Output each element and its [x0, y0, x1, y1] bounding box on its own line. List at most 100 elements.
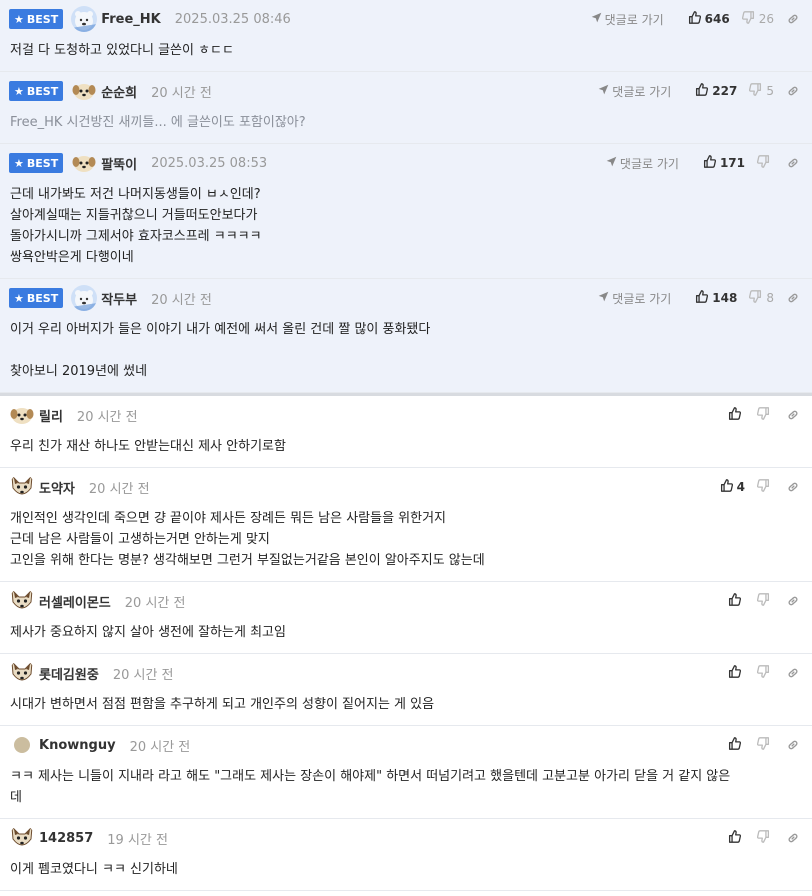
- downvote-button[interactable]: [756, 407, 774, 423]
- upvote-button[interactable]: 646: [688, 11, 730, 27]
- copy-link-icon[interactable]: [786, 408, 800, 422]
- comment-time: 20 시간 전: [124, 595, 186, 611]
- thumbs-up-icon: [695, 290, 712, 306]
- thumbs-up-icon: [695, 83, 712, 99]
- downvote-button[interactable]: 26: [741, 11, 774, 27]
- upvote-button[interactable]: 227: [695, 83, 737, 99]
- author-nickname[interactable]: 순순희: [101, 82, 137, 101]
- comment-body: 개인적인 생각인데 죽으면 걍 끝이야 제사든 장례든 뭐든 남은 사람들을 위…: [9, 506, 804, 581]
- comment-line: 근데 남은 사람들이 고생하는거면 안하는게 맞지: [10, 532, 270, 547]
- star-icon: ★: [14, 156, 24, 170]
- downvote-button[interactable]: [756, 830, 774, 846]
- author-nickname[interactable]: 도약자: [39, 478, 75, 497]
- thumbs-up-icon: [688, 11, 705, 27]
- upvote-button[interactable]: [728, 593, 745, 609]
- comment-body: 이거 우리 아버지가 들은 이야기 내가 예전에 써서 올린 건데 짤 많이 풍…: [9, 317, 804, 392]
- comment-line: 돌아가시니까 그제서야 효자코스프레 ㅋㅋㅋㅋ: [10, 229, 262, 244]
- comment: 롯데김원중 20 시간 전 시대가 변하면서 점점 편함을 추구하게 되고 개인…: [0, 654, 812, 726]
- go-to-reply-link[interactable]: 댓글로 가기: [598, 290, 671, 307]
- upvote-button[interactable]: 171: [703, 155, 745, 171]
- comment-time: 2025.03.25 08:53: [151, 155, 268, 171]
- go-to-reply-link[interactable]: 댓글로 가기: [591, 11, 664, 28]
- copy-link-icon[interactable]: [786, 594, 800, 608]
- downvote-button[interactable]: [756, 737, 774, 753]
- copy-link-icon[interactable]: [786, 156, 800, 170]
- comment-line: ㅋㅋ 제사는 니들이 지내라 라고 해도 "그래도 제사는 장손이 해야제" 하…: [10, 769, 731, 784]
- downvote-button[interactable]: 8: [749, 290, 774, 306]
- puppy-avatar[interactable]: [9, 402, 35, 428]
- comment-body: 이게 펨코였다니 ㅋㅋ 신기하네: [9, 857, 804, 890]
- author-nickname[interactable]: 팔뚝이: [101, 154, 137, 173]
- fox-avatar[interactable]: [9, 660, 35, 686]
- upvote-button[interactable]: [728, 665, 745, 681]
- thumbs-up-icon: [728, 665, 745, 681]
- comment-line: 저걸 다 도청하고 있었다니 글쓴이 ㅎㄷㄷ: [10, 43, 234, 58]
- author-nickname[interactable]: 롯데김원중: [39, 664, 99, 683]
- upvote-button[interactable]: [728, 737, 745, 753]
- default-avatar[interactable]: [9, 732, 35, 758]
- fox-avatar[interactable]: [9, 588, 35, 614]
- downvote-button[interactable]: [756, 593, 774, 609]
- upvote-button[interactable]: 4: [720, 479, 745, 495]
- author-nickname[interactable]: 릴리: [39, 406, 63, 425]
- comment-actions: 댓글로 가기 227 5: [598, 72, 800, 110]
- comment-line: 고인을 위해 한다는 명분? 생각해보면 그런거 부질없는거같음 본인이 알아주…: [10, 553, 485, 568]
- polar-bear-avatar[interactable]: [71, 6, 98, 32]
- comment-line: 이거 우리 아버지가 들은 이야기 내가 예전에 써서 올린 건데 짤 많이 풍…: [10, 322, 431, 337]
- copy-link-icon[interactable]: [786, 84, 800, 98]
- thumbs-up-icon: [728, 407, 745, 423]
- puppy-avatar[interactable]: [71, 150, 97, 176]
- go-to-reply-link[interactable]: 댓글로 가기: [598, 83, 671, 100]
- polar-bear-avatar[interactable]: [71, 285, 98, 311]
- comment-line: 데: [10, 790, 22, 805]
- thumbs-down-icon: [749, 290, 766, 306]
- comment-line: 쌍욕안박은게 다행이네: [10, 250, 134, 265]
- downvote-button[interactable]: [756, 665, 774, 681]
- thumbs-down-icon: [756, 407, 774, 423]
- upvote-button[interactable]: 148: [695, 290, 737, 306]
- copy-link-icon[interactable]: [786, 738, 800, 752]
- star-icon: ★: [14, 84, 24, 98]
- comment-body: Free_HK 시건방진 새끼들... 에 글쓴이도 포함이잖아?: [9, 110, 804, 143]
- comment-line: 시대가 변하면서 점점 편함을 추구하게 되고 개인주의 성향이 짙어지는 게 …: [10, 697, 435, 712]
- downvote-button[interactable]: 5: [749, 83, 774, 99]
- author-nickname[interactable]: 142857: [39, 831, 93, 846]
- copy-link-icon[interactable]: [786, 291, 800, 305]
- comment-body: 저걸 다 도청하고 있었다니 글쓴이 ㅎㄷㄷ: [9, 38, 804, 71]
- copy-link-icon[interactable]: [786, 12, 800, 26]
- fox-avatar[interactable]: [9, 825, 35, 851]
- comment-time: 20 시간 전: [129, 739, 191, 755]
- comment-actions: 댓글로 가기 148 8: [598, 279, 800, 317]
- author-nickname[interactable]: Knownguy: [39, 738, 116, 753]
- comment-body: 근데 내가봐도 저건 나머지동생들이 ㅂㅅ인데? 살아계실때는 지들귀찮으니 거들…: [9, 182, 804, 278]
- comment-actions: 댓글로 가기 171: [606, 144, 800, 182]
- send-icon: [606, 156, 620, 170]
- author-nickname[interactable]: 작두부: [101, 289, 137, 308]
- star-icon: ★: [14, 12, 24, 26]
- go-to-reply-link[interactable]: 댓글로 가기: [606, 155, 679, 172]
- upvote-button[interactable]: [728, 830, 745, 846]
- thumbs-up-icon: [728, 737, 745, 753]
- downvote-button[interactable]: [756, 479, 774, 495]
- send-icon: [598, 291, 612, 305]
- comment-line: 우리 친가 재산 하나도 안받는대신 제사 안하기로함: [10, 439, 286, 454]
- copy-link-icon[interactable]: [786, 666, 800, 680]
- thumbs-down-icon: [756, 665, 774, 681]
- best-badge: ★ BEST: [9, 288, 64, 308]
- puppy-avatar[interactable]: [71, 78, 97, 104]
- comment-body: ㅋㅋ 제사는 니들이 지내라 라고 해도 "그래도 제사는 장손이 해야제" 하…: [9, 764, 804, 818]
- copy-link-icon[interactable]: [786, 831, 800, 845]
- best-comment: ★ BEST 팔뚝이 2025.03.25 08:53 댓글로 가기 171 근데…: [0, 144, 812, 279]
- quoted-reply: Free_HK 시건방진 새끼들... 에 글쓴이도 포함이잖아?: [10, 115, 306, 130]
- author-nickname[interactable]: 러셀레이몬드: [39, 592, 111, 611]
- fox-avatar[interactable]: [9, 474, 35, 500]
- downvote-button[interactable]: [756, 155, 774, 171]
- copy-link-icon[interactable]: [786, 480, 800, 494]
- author-nickname[interactable]: Free_HK: [101, 12, 161, 27]
- upvote-button[interactable]: [728, 407, 745, 423]
- comment-actions: [716, 396, 800, 434]
- comment: Knownguy 20 시간 전 ㅋㅋ 제사는 니들이 지내라 라고 해도 "그…: [0, 726, 812, 819]
- thumbs-down-icon: [741, 11, 759, 27]
- comment-line: 이게 펨코였다니 ㅋㅋ 신기하네: [10, 862, 178, 877]
- comment: 러셀레이몬드 20 시간 전 제사가 중요하지 않지 살아 생전에 잘하는게 최…: [0, 582, 812, 654]
